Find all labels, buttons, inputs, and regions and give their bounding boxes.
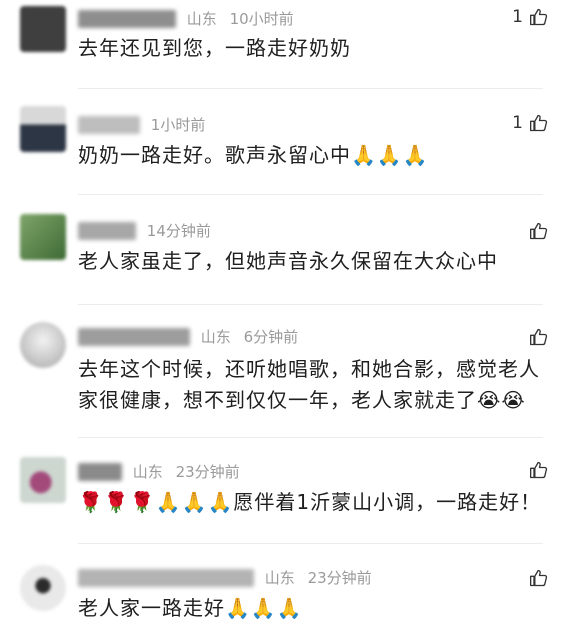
comment-list: 山东 10小时前 1 去年还见到您，一路走好奶奶 1小时前 1 奶奶一路走好。歌… <box>0 0 571 643</box>
comment-item: 山东 6分钟前 去年这个时候，还听她唱歌，和她合影，感觉老人家很健康，想不到仅仅… <box>0 310 571 445</box>
like-button[interactable]: 1 <box>512 6 549 28</box>
username-blurred[interactable] <box>78 9 176 28</box>
like-count: 1 <box>512 113 523 133</box>
like-button[interactable] <box>523 220 549 242</box>
comment-meta: 山东 23分钟前 <box>78 567 372 587</box>
comment-text: 老人家一路走好🙏🙏🙏 <box>78 596 303 620</box>
thumbs-up-icon <box>530 461 548 479</box>
thumbs-up-icon <box>530 569 548 587</box>
avatar[interactable] <box>20 457 66 503</box>
comment-text: 奶奶一路走好。歌声永留心中🙏🙏🙏 <box>78 143 429 167</box>
avatar[interactable] <box>20 106 66 152</box>
comment-item: 山东 10小时前 1 去年还见到您，一路走好奶奶 <box>0 0 571 96</box>
username-blurred[interactable] <box>78 221 136 240</box>
comment-meta: 山东 23分钟前 <box>78 461 240 481</box>
avatar[interactable] <box>20 322 66 368</box>
timestamp: 1小时前 <box>150 115 206 134</box>
comment-text: 🌹🌹🌹🙏🙏🙏愿伴着1沂蒙山小调，一路走好！ <box>78 490 542 514</box>
comment-meta: 14分钟前 <box>78 220 211 240</box>
avatar[interactable] <box>20 565 66 611</box>
comment-meta: 山东 10小时前 <box>78 8 294 28</box>
comment-text: 去年这个时候，还听她唱歌，和她合影，感觉老人家很健康，想不到仅仅一年，老人家就走… <box>78 357 540 412</box>
comment-item: 山东 23分钟前 老人家一路走好🙏🙏🙏 <box>0 551 571 643</box>
like-count: 1 <box>512 7 523 27</box>
comment-item: 山东 23分钟前 🌹🌹🌹🙏🙏🙏愿伴着1沂蒙山小调，一路走好！ <box>0 445 571 551</box>
avatar[interactable] <box>20 214 66 260</box>
comment-text: 去年还见到您，一路走好奶奶 <box>78 36 351 60</box>
thumbs-up-icon <box>530 114 548 132</box>
like-button[interactable]: 1 <box>512 112 549 134</box>
location-label: 山东 <box>200 327 231 346</box>
thumbs-up-icon <box>530 328 548 346</box>
username-blurred[interactable] <box>78 462 122 481</box>
timestamp: 23分钟前 <box>307 568 372 587</box>
divider <box>78 437 543 438</box>
comment-meta: 1小时前 <box>78 114 205 134</box>
avatar[interactable] <box>20 6 66 52</box>
divider <box>78 194 543 195</box>
timestamp: 14分钟前 <box>146 221 211 240</box>
like-button[interactable] <box>523 326 549 348</box>
location-label: 山东 <box>132 462 163 481</box>
comment-text: 老人家虽走了，但她声音永久保留在大众心中 <box>78 249 498 273</box>
divider <box>78 543 543 544</box>
comment-item: 1小时前 1 奶奶一路走好。歌声永留心中🙏🙏🙏 <box>0 96 571 204</box>
username-blurred[interactable] <box>78 115 140 134</box>
username-blurred[interactable] <box>78 568 254 587</box>
divider <box>78 304 543 305</box>
timestamp: 6分钟前 <box>243 327 299 346</box>
comment-item: 14分钟前 老人家虽走了，但她声音永久保留在大众心中 <box>0 204 571 310</box>
divider <box>78 88 543 89</box>
location-label: 山东 <box>186 9 217 28</box>
like-button[interactable] <box>523 567 549 589</box>
thumbs-up-icon <box>530 222 548 240</box>
like-button[interactable] <box>523 459 549 481</box>
location-label: 山东 <box>264 568 295 587</box>
timestamp: 23分钟前 <box>175 462 240 481</box>
timestamp: 10小时前 <box>229 9 294 28</box>
comment-meta: 山东 6分钟前 <box>78 326 298 346</box>
thumbs-up-icon <box>530 8 548 26</box>
username-blurred[interactable] <box>78 327 190 346</box>
